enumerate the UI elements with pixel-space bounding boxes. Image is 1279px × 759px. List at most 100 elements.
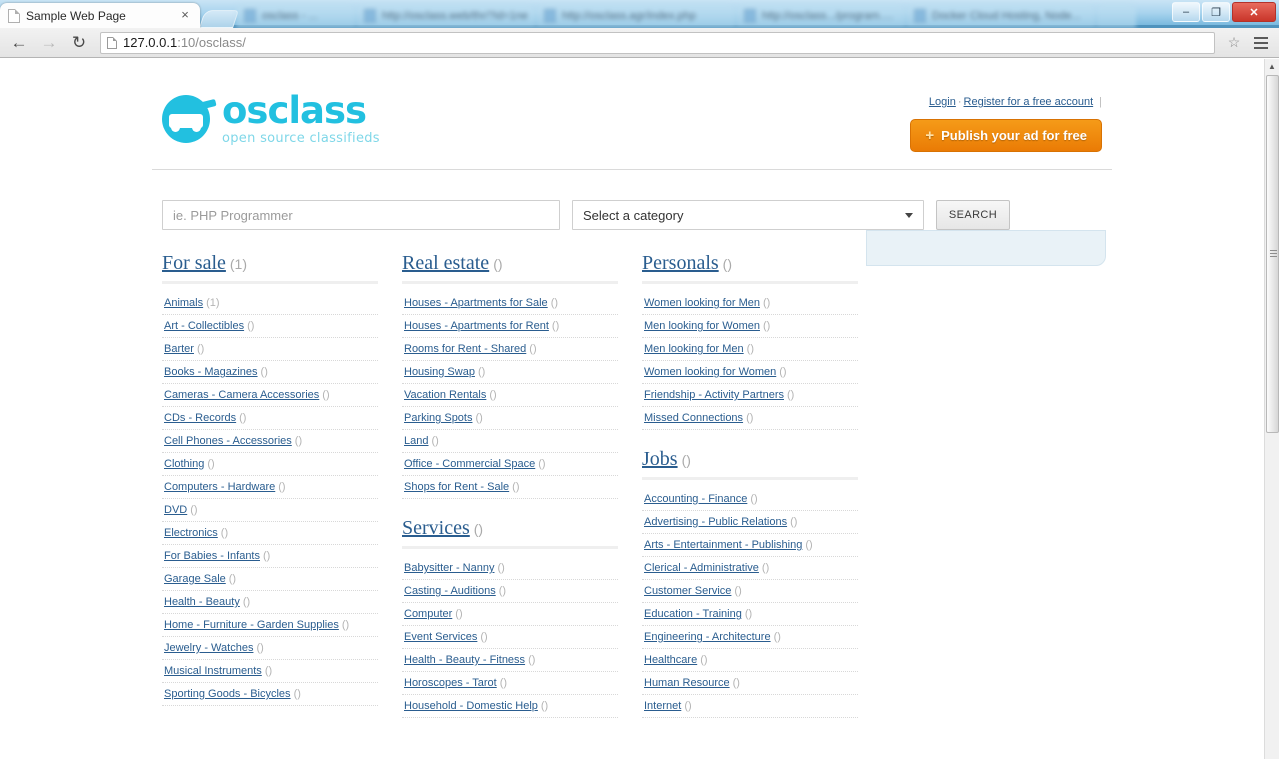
- new-tab-button[interactable]: [199, 10, 239, 28]
- category-link[interactable]: Women looking for Men: [644, 297, 760, 309]
- category-link[interactable]: Sporting Goods - Bicycles: [164, 688, 291, 700]
- list-item[interactable]: Electronics(): [162, 522, 378, 545]
- list-item[interactable]: Shops for Rent - Sale(): [402, 476, 618, 499]
- category-link[interactable]: Barter: [164, 343, 194, 355]
- close-window-icon[interactable]: ✕: [1232, 2, 1276, 22]
- category-link[interactable]: Horoscopes - Tarot: [404, 677, 497, 689]
- list-item[interactable]: Parking Spots(): [402, 407, 618, 430]
- category-link[interactable]: Art - Collectibles: [164, 320, 244, 332]
- list-item[interactable]: Accounting - Finance(): [642, 488, 858, 511]
- list-item[interactable]: Event Services(): [402, 626, 618, 649]
- scroll-up-icon[interactable]: ▲: [1265, 59, 1279, 74]
- list-item[interactable]: Barter(): [162, 338, 378, 361]
- category-link[interactable]: Friendship - Activity Partners: [644, 389, 784, 401]
- list-item[interactable]: Customer Service(): [642, 580, 858, 603]
- register-link[interactable]: Register for a free account: [964, 96, 1094, 108]
- category-link[interactable]: Office - Commercial Space: [404, 458, 535, 470]
- browser-tab-background[interactable]: http://osclass.../program.php: [736, 3, 906, 28]
- browser-tab-background[interactable]: http://osclass.agr/index.php: [536, 3, 736, 28]
- category-link[interactable]: Garage Sale: [164, 573, 226, 585]
- category-link[interactable]: Men looking for Men: [644, 343, 744, 355]
- list-item[interactable]: Sporting Goods - Bicycles(): [162, 683, 378, 706]
- category-link[interactable]: Missed Connections: [644, 412, 743, 424]
- category-link[interactable]: Clerical - Administrative: [644, 562, 759, 574]
- category-link[interactable]: Vacation Rentals: [404, 389, 486, 401]
- address-bar[interactable]: 127.0.0.1:10/osclass/: [100, 31, 1215, 54]
- list-item[interactable]: Houses - Apartments for Sale(): [402, 292, 618, 315]
- list-item[interactable]: Health - Beauty(): [162, 591, 378, 614]
- list-item[interactable]: Horoscopes - Tarot(): [402, 672, 618, 695]
- browser-tab-background[interactable]: Docker Cloud Hosting, Node...: [906, 3, 1096, 28]
- list-item[interactable]: Men looking for Women(): [642, 315, 858, 338]
- reload-icon[interactable]: ↻: [66, 31, 92, 55]
- category-link[interactable]: Casting - Auditions: [404, 585, 496, 597]
- category-link[interactable]: Customer Service: [644, 585, 731, 597]
- category-link[interactable]: Books - Magazines: [164, 366, 258, 378]
- browser-tab-overflow[interactable]: [1096, 3, 1136, 28]
- category-link[interactable]: Women looking for Women: [644, 366, 776, 378]
- list-item[interactable]: Housing Swap(): [402, 361, 618, 384]
- category-link[interactable]: DVD: [164, 504, 187, 516]
- category-link[interactable]: Jewelry - Watches: [164, 642, 253, 654]
- list-item[interactable]: Home - Furniture - Garden Supplies(): [162, 614, 378, 637]
- minimize-icon[interactable]: –: [1172, 2, 1200, 22]
- search-input[interactable]: [162, 200, 560, 230]
- list-item[interactable]: Office - Commercial Space(): [402, 453, 618, 476]
- list-item[interactable]: Household - Domestic Help(): [402, 695, 618, 718]
- category-link[interactable]: Land: [404, 435, 428, 447]
- category-link[interactable]: Human Resource: [644, 677, 730, 689]
- close-icon[interactable]: ×: [178, 8, 192, 23]
- list-item[interactable]: Cell Phones - Accessories(): [162, 430, 378, 453]
- category-link[interactable]: Health - Beauty: [164, 596, 240, 608]
- list-item[interactable]: Babysitter - Nanny(): [402, 557, 618, 580]
- category-link[interactable]: For Babies - Infants: [164, 550, 260, 562]
- list-item[interactable]: Art - Collectibles(): [162, 315, 378, 338]
- list-item[interactable]: Advertising - Public Relations(): [642, 511, 858, 534]
- list-item[interactable]: Women looking for Men(): [642, 292, 858, 315]
- publish-ad-button[interactable]: + Publish your ad for free: [910, 119, 1102, 152]
- category-link[interactable]: Musical Instruments: [164, 665, 262, 677]
- category-select[interactable]: Select a category: [572, 200, 924, 230]
- list-item[interactable]: DVD(): [162, 499, 378, 522]
- category-link[interactable]: Internet: [644, 700, 681, 712]
- list-item[interactable]: Jewelry - Watches(): [162, 637, 378, 660]
- category-heading-link[interactable]: Jobs: [642, 448, 678, 470]
- login-link[interactable]: Login: [929, 96, 956, 108]
- browser-tab-active[interactable]: Sample Web Page ×: [0, 3, 200, 28]
- scrollbar-thumb[interactable]: [1266, 75, 1279, 433]
- category-link[interactable]: Electronics: [164, 527, 218, 539]
- list-item[interactable]: Rooms for Rent - Shared(): [402, 338, 618, 361]
- list-item[interactable]: Houses - Apartments for Rent(): [402, 315, 618, 338]
- maximize-icon[interactable]: ❐: [1202, 2, 1230, 22]
- list-item[interactable]: Musical Instruments(): [162, 660, 378, 683]
- site-logo[interactable]: osclass open source classifieds: [162, 92, 380, 146]
- category-link[interactable]: Advertising - Public Relations: [644, 516, 787, 528]
- category-link[interactable]: Babysitter - Nanny: [404, 562, 494, 574]
- list-item[interactable]: Healthcare(): [642, 649, 858, 672]
- category-link[interactable]: Accounting - Finance: [644, 493, 747, 505]
- category-link[interactable]: Men looking for Women: [644, 320, 760, 332]
- list-item[interactable]: Cameras - Camera Accessories(): [162, 384, 378, 407]
- list-item[interactable]: Education - Training(): [642, 603, 858, 626]
- list-item[interactable]: Clothing(): [162, 453, 378, 476]
- category-link[interactable]: Engineering - Architecture: [644, 631, 771, 643]
- list-item[interactable]: Vacation Rentals(): [402, 384, 618, 407]
- category-link[interactable]: Cell Phones - Accessories: [164, 435, 292, 447]
- list-item[interactable]: Animals (1): [162, 292, 378, 315]
- category-link[interactable]: Arts - Entertainment - Publishing: [644, 539, 802, 551]
- category-link[interactable]: Houses - Apartments for Rent: [404, 320, 549, 332]
- category-link[interactable]: Clothing: [164, 458, 204, 470]
- list-item[interactable]: Internet(): [642, 695, 858, 718]
- browser-tab-background[interactable]: osclass - ...: [236, 3, 356, 28]
- list-item[interactable]: Computer(): [402, 603, 618, 626]
- category-link[interactable]: Animals: [164, 297, 203, 309]
- category-link[interactable]: Parking Spots: [404, 412, 472, 424]
- category-link[interactable]: Housing Swap: [404, 366, 475, 378]
- category-heading-link[interactable]: Services: [402, 517, 470, 539]
- back-icon[interactable]: ←: [6, 31, 32, 55]
- list-item[interactable]: Women looking for Women(): [642, 361, 858, 384]
- category-link[interactable]: Shops for Rent - Sale: [404, 481, 509, 493]
- category-link[interactable]: Rooms for Rent - Shared: [404, 343, 526, 355]
- category-link[interactable]: Healthcare: [644, 654, 697, 666]
- browser-tab-background[interactable]: http://osclass.web/thr/?id=1ne: [356, 3, 536, 28]
